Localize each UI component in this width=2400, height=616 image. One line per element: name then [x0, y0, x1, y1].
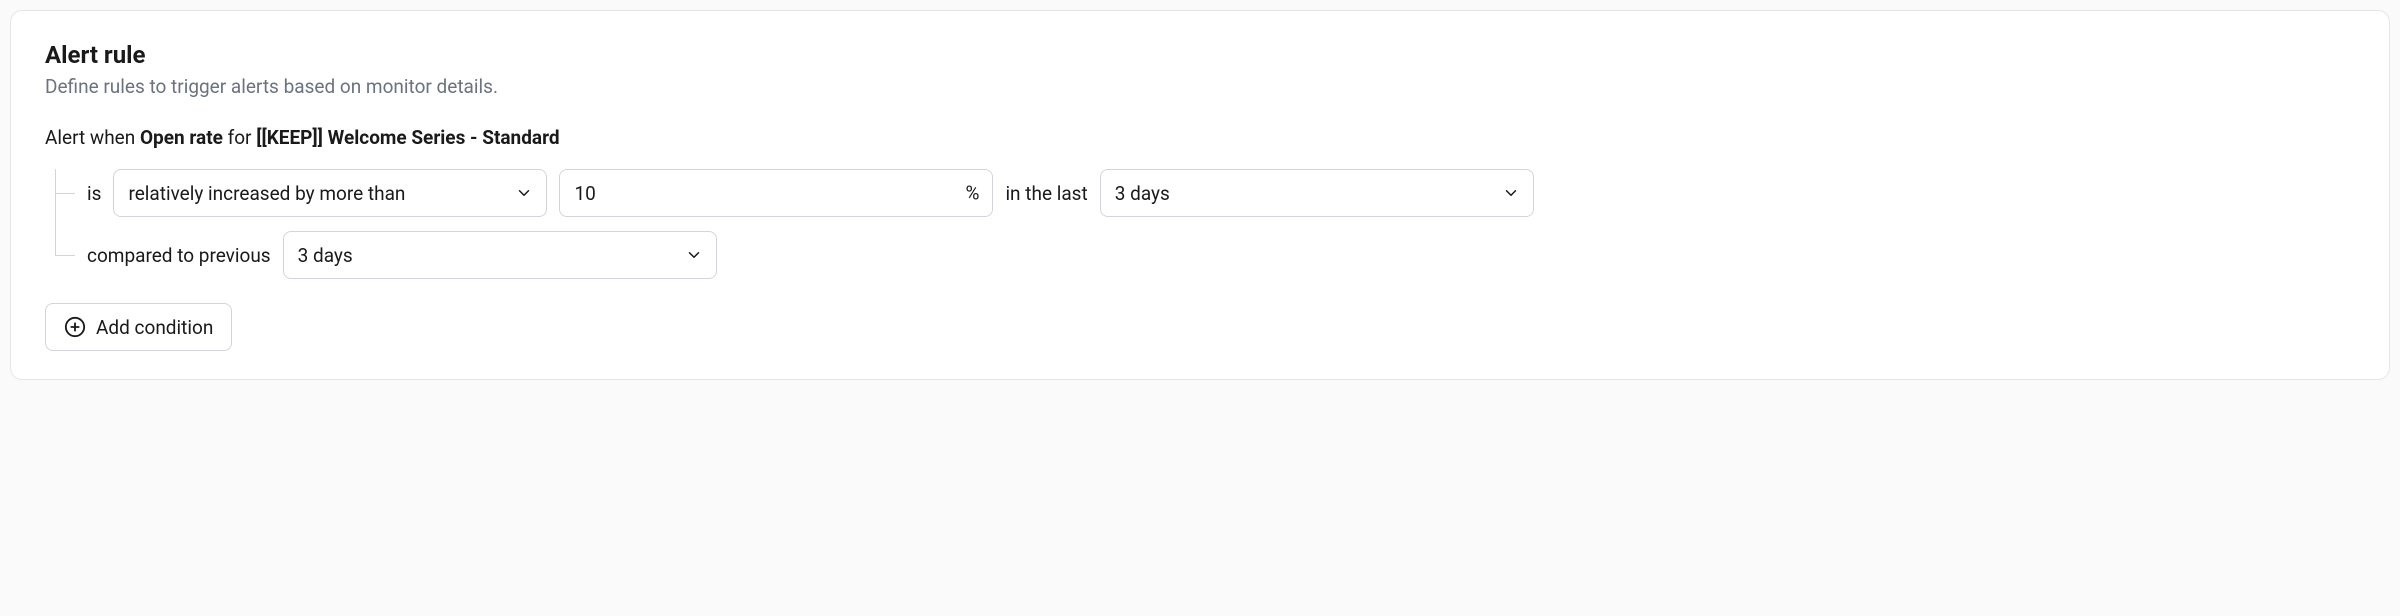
- condition-row-1: is relatively increased by more than % i…: [87, 169, 2355, 217]
- conditions-wrapper: is relatively increased by more than % i…: [45, 169, 2355, 279]
- in-the-last-label: in the last: [1005, 182, 1087, 205]
- plus-circle-icon: [64, 316, 86, 338]
- card-subtitle: Define rules to trigger alerts based on …: [45, 75, 2355, 98]
- alert-sentence: Alert when Open rate for [[KEEP]] Welcom…: [45, 126, 2355, 149]
- operator-select[interactable]: relatively increased by more than: [113, 169, 547, 217]
- add-condition-label: Add condition: [96, 316, 213, 339]
- card-title: Alert rule: [45, 41, 2355, 69]
- tree-connector-horizontal: [55, 193, 75, 194]
- timewindow-select-value: 3 days: [1100, 169, 1534, 217]
- sentence-middle: for: [223, 126, 256, 149]
- compare-window-select[interactable]: 3 days: [283, 231, 717, 279]
- amount-input[interactable]: [559, 169, 993, 217]
- compare-window-select-value: 3 days: [283, 231, 717, 279]
- compared-label: compared to previous: [87, 244, 271, 267]
- amount-input-wrapper: %: [559, 169, 993, 217]
- is-label: is: [87, 182, 101, 205]
- condition-row-2: compared to previous 3 days: [87, 231, 2355, 279]
- sentence-metric: Open rate: [140, 126, 223, 149]
- timewindow-select[interactable]: 3 days: [1100, 169, 1534, 217]
- tree-connector-vertical: [55, 169, 56, 255]
- sentence-target: [[KEEP]] Welcome Series - Standard: [256, 126, 559, 149]
- sentence-prefix: Alert when: [45, 126, 140, 149]
- add-condition-button[interactable]: Add condition: [45, 303, 232, 351]
- operator-select-value: relatively increased by more than: [113, 169, 547, 217]
- alert-rule-card: Alert rule Define rules to trigger alert…: [10, 10, 2390, 380]
- tree-connector-horizontal: [55, 255, 75, 256]
